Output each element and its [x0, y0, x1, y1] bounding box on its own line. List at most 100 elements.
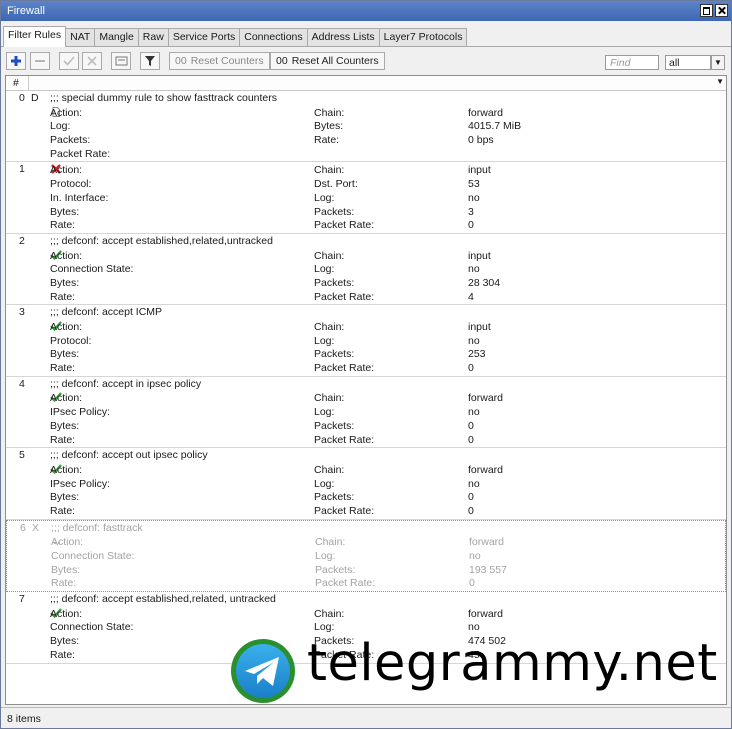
field-text: Rate:: [50, 648, 76, 661]
field-text: Packet Rate:: [314, 433, 375, 446]
rule-field-row: Connection State:established related un.…: [6, 261, 726, 275]
field-text: 0: [468, 219, 474, 232]
x-icon: [87, 56, 97, 66]
tab-filter-rules[interactable]: Filter Rules: [3, 26, 67, 47]
field-text: Action:: [50, 607, 83, 620]
field-text: IPsec Policy:: [50, 477, 111, 490]
field-text: no: [468, 477, 480, 490]
field-text: Rate:: [50, 290, 76, 303]
rule-field-row: In. Interface:ether1Log:no: [6, 190, 726, 204]
rule-row[interactable]: 6X;;; defconf: fasttrackAction:fasttrack…: [6, 519, 726, 593]
field-text: Action:: [50, 249, 83, 262]
rule-row[interactable]: 5 ;;; defconf: accept out ipsec policy Act…: [6, 448, 726, 520]
field-text: Rate:: [50, 362, 76, 375]
rule-field-row: Action:acceptChain:input: [6, 319, 726, 333]
field-text: Bytes:: [50, 348, 80, 361]
watermark: telegrammy.net: [229, 634, 719, 704]
filter-rules-list[interactable]: # ▼ 0 D;;; special dummy rule to show fas…: [5, 75, 727, 705]
plus-icon: [11, 56, 21, 66]
field-text: In. Interface:: [50, 191, 109, 204]
rule-header: 5 ;;; defconf: accept out ipsec policy: [6, 448, 726, 462]
rule-field-row: Log:noBytes:4015.7 MiB: [6, 118, 726, 132]
field-text: Action:: [50, 164, 83, 177]
field-text: 0: [468, 504, 474, 517]
reset-counters-button[interactable]: 00 Reset Counters: [169, 52, 270, 70]
rule-row[interactable]: 1Action:dropChain:inputProtocol:17 (udp)…: [6, 162, 726, 234]
maximize-button[interactable]: [700, 4, 713, 17]
reset-all-counters-icon: 00: [276, 55, 288, 67]
field-text: Action:: [50, 392, 83, 405]
find-input[interactable]: [605, 55, 659, 70]
field-text: Connection State:: [50, 621, 134, 634]
rule-field-row: Rate:0 bpsPacket Rate:0: [6, 432, 726, 446]
close-button[interactable]: [715, 4, 728, 17]
field-text: forward: [469, 536, 505, 549]
filter-button[interactable]: [140, 52, 160, 70]
column-header-number[interactable]: #: [13, 77, 19, 89]
field-text: 193 557: [469, 563, 507, 576]
filter-select-arrow[interactable]: ▼: [711, 55, 725, 70]
field-text: Packet Rate:: [314, 362, 375, 375]
rule-header: 2 ;;; defconf: accept established,related…: [6, 234, 726, 248]
status-bar: 8 items: [1, 707, 731, 728]
field-text: 0: [468, 362, 474, 375]
field-text: 4015.7 MiB: [468, 120, 522, 133]
rule-row[interactable]: 0 D ;;; special dummy rule to show fasttra…: [6, 91, 726, 163]
field-text: Log:: [314, 334, 335, 347]
field-text: 253: [468, 348, 486, 361]
rule-field-row: Bytes:0 BPackets:0: [6, 489, 726, 503]
field-text: Action:: [50, 106, 83, 119]
rule-field-row: Action:acceptChain:forward: [6, 606, 726, 620]
rule-comment: ;;; defconf: accept ICMP: [50, 306, 163, 319]
field-text: Packets:: [50, 134, 91, 147]
field-text: 3: [468, 205, 474, 218]
column-menu-icon[interactable]: ▼: [716, 77, 724, 86]
tab-connections[interactable]: Connections: [239, 28, 308, 47]
tab-mangle[interactable]: Mangle: [94, 28, 139, 47]
rule-field-row: Protocol:1 (icmp)Log:no: [6, 333, 726, 347]
reset-all-counters-button[interactable]: 00 Reset All Counters: [270, 52, 385, 70]
field-text: Chain:: [314, 106, 345, 119]
filter-select[interactable]: all: [665, 55, 711, 70]
reset-counters-icon: 00: [175, 55, 187, 67]
tab-layer7-protocols[interactable]: Layer7 Protocols: [378, 28, 468, 47]
field-text: Log:: [314, 191, 335, 204]
title-bar[interactable]: Firewall: [1, 1, 731, 21]
tab-raw[interactable]: Raw: [137, 28, 169, 47]
add-button[interactable]: [6, 52, 26, 70]
field-text: Packets:: [314, 419, 355, 432]
field-text: 0: [469, 577, 475, 590]
rule-field-row: Action:fasttrack connectionChain:forward: [7, 534, 725, 548]
field-text: no: [468, 191, 480, 204]
remove-button[interactable]: [30, 52, 50, 70]
disable-button[interactable]: [82, 52, 102, 70]
field-text: no: [469, 550, 481, 562]
rule-field-row: Action:acceptChain:input: [6, 248, 726, 262]
rule-comment: ;;; special dummy rule to show fasttrack…: [50, 92, 278, 104]
field-text: forward: [468, 392, 504, 405]
tab-nat[interactable]: NAT: [65, 28, 96, 47]
field-text: Dst. Port:: [314, 178, 358, 191]
field-text: Rate:: [50, 433, 76, 446]
field-text: Action:: [50, 321, 83, 333]
rule-field-row: Rate:0 bpsPacket Rate:0: [6, 217, 726, 231]
field-text: input: [468, 249, 491, 262]
enable-button[interactable]: [59, 52, 79, 70]
field-text: Packets:: [315, 563, 356, 576]
rule-field-row: IPsec Policy:in:ipsecLog:no: [6, 404, 726, 418]
field-text: no: [468, 621, 480, 634]
field-text: Protocol:: [50, 334, 92, 347]
telegram-logo-icon: [231, 639, 295, 703]
rule-field-row: Rate:0 bpsPacket Rate:0: [6, 360, 726, 374]
field-text: IPsec Policy:: [50, 406, 111, 419]
rule-flag: X: [32, 521, 40, 534]
rule-row[interactable]: 2 ;;; defconf: accept established,related…: [6, 234, 726, 306]
field-text: Rate:: [50, 504, 76, 517]
comment-button[interactable]: [111, 52, 131, 70]
rule-row[interactable]: 3;;; defconf: accept ICMPAction:acceptCh…: [6, 305, 726, 377]
tab-address-lists[interactable]: Address Lists: [306, 28, 380, 47]
rule-field-row: Rate:0 bpsPacket Rate:0: [6, 503, 726, 517]
rule-field-row: Protocol:17 (udp)Dst. Port:53: [6, 176, 726, 190]
tab-service-ports[interactable]: Service Ports: [167, 28, 241, 47]
rule-row[interactable]: 4 ;;; defconf: accept in ipsec policy Acti…: [6, 377, 726, 449]
